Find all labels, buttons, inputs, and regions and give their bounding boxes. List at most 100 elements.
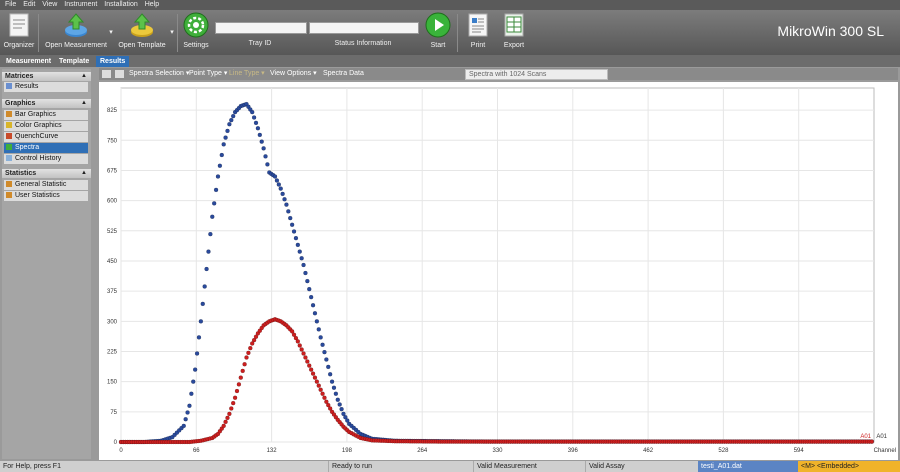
point-type-label: Point Type [189, 70, 222, 77]
data-point [231, 400, 236, 406]
point-type-menu[interactable]: Point Type ▾ [189, 68, 227, 80]
sidebar-item-quenchcurve[interactable]: QuenchCurve [4, 132, 88, 142]
menu-file[interactable]: File [5, 0, 16, 10]
settings-button[interactable]: Settings [181, 12, 211, 49]
data-point [198, 319, 204, 324]
data-point [299, 347, 304, 352]
data-point [335, 397, 340, 402]
start-label: Start [430, 42, 446, 49]
data-point [291, 229, 297, 234]
data-point [299, 256, 304, 261]
data-point [324, 357, 329, 362]
section-graphics[interactable]: Graphics ▲ [2, 99, 91, 108]
spectra-icon [6, 144, 12, 150]
data-point [305, 359, 310, 364]
collapse-icon[interactable]: ▲ [81, 169, 87, 178]
tab-template[interactable]: Template [55, 56, 93, 67]
collapse-icon[interactable]: ▲ [81, 72, 87, 81]
x-tick-label: 594 [794, 448, 805, 454]
menu-help[interactable]: Help [145, 0, 159, 10]
open-measurement-icon [65, 13, 87, 37]
start-button[interactable]: Start [423, 12, 453, 49]
status-ready: Ready to run [328, 461, 473, 472]
sidebar-item-general-statistic[interactable]: General Statistic [4, 180, 88, 190]
x-axis-label: Channel [874, 448, 896, 454]
data-point [255, 126, 261, 131]
data-point [259, 139, 264, 144]
view-options-menu[interactable]: View Options ▾ [270, 68, 317, 80]
spectra-caption-field: Spectra with 1024 Scans [465, 69, 608, 80]
play-icon [425, 12, 451, 38]
section-statistics[interactable]: Statistics ▲ [2, 169, 91, 178]
y-tick-label: 450 [107, 259, 118, 265]
x-tick-label: 528 [718, 448, 729, 454]
tab-results[interactable]: Results [96, 56, 130, 67]
x-tick-label: 396 [568, 448, 579, 454]
menu-instrument[interactable]: Instrument [64, 0, 97, 10]
sidebar: Matrices ▲ Results Graphics ▲ Bar Graphi… [2, 69, 91, 459]
data-point [223, 135, 228, 140]
export-label: Export [503, 42, 525, 49]
data-point [206, 249, 211, 254]
data-point [331, 385, 337, 390]
tray-id-field[interactable] [215, 22, 307, 34]
sidebar-item-bar-graphics[interactable]: Bar Graphics [4, 110, 88, 120]
open-measurement-button[interactable]: Open Measurement [44, 12, 108, 49]
open-template-dropdown[interactable]: ▾ [168, 28, 176, 36]
data-point [314, 319, 320, 324]
export-button[interactable]: Export [500, 12, 528, 49]
data-point [202, 284, 207, 289]
data-point [196, 335, 202, 340]
data-point [280, 191, 285, 197]
data-point [200, 301, 205, 307]
line-type-menu[interactable]: Line Type ▾ [229, 68, 265, 80]
data-point [234, 388, 240, 394]
data-point [244, 355, 249, 360]
data-point [217, 163, 223, 168]
tray-id-label: Tray ID [248, 40, 272, 47]
x-tick-label: 0 [119, 448, 123, 454]
data-point [204, 266, 209, 272]
data-point [248, 345, 253, 351]
ribbon-separator [177, 14, 178, 52]
open-template-button[interactable]: Open Template [114, 12, 170, 49]
data-point [314, 379, 320, 384]
collapse-icon[interactable]: ▲ [81, 99, 87, 108]
data-point [293, 236, 299, 241]
y-tick-label: 750 [107, 138, 118, 144]
data-point [295, 339, 300, 344]
sidebar-item-spectra[interactable]: Spectra [4, 143, 88, 153]
menu-view[interactable]: View [42, 0, 57, 10]
settings-label: Settings [183, 42, 209, 49]
spectra-data-button[interactable]: Spectra Data [323, 68, 364, 80]
sidebar-item-label: Color Graphics [15, 122, 62, 129]
menu-installation[interactable]: Installation [104, 0, 137, 10]
tab-measurement[interactable]: Measurement [2, 56, 55, 67]
data-point [215, 174, 221, 179]
data-point [307, 286, 312, 292]
data-point [282, 197, 287, 202]
y-tick-label: 675 [107, 168, 118, 174]
menu-edit[interactable]: Edit [23, 0, 35, 10]
x-tick-label: 264 [417, 448, 428, 454]
y-tick-label: 150 [107, 380, 118, 386]
data-point [301, 351, 306, 356]
general-statistic-icon [6, 181, 12, 187]
data-point [307, 363, 312, 368]
print-button[interactable]: Print [464, 12, 492, 49]
color-graphics-icon [6, 122, 12, 128]
section-matrices[interactable]: Matrices ▲ [2, 72, 91, 81]
table-view-icon[interactable] [115, 70, 124, 78]
sidebar-item-user-statistics[interactable]: User Statistics [4, 191, 88, 201]
data-point [329, 379, 335, 384]
sidebar-item-results[interactable]: Results [4, 82, 88, 92]
organizer-button[interactable]: Organizer [3, 12, 35, 49]
data-point [303, 270, 308, 276]
sidebar-item-color-graphics[interactable]: Color Graphics [4, 121, 88, 131]
sidebar-item-control-history[interactable]: Control History [4, 154, 88, 164]
grid-view-icon[interactable] [102, 70, 111, 78]
spectra-selection-menu[interactable]: Spectra Selection ▾ [129, 68, 189, 80]
y-tick-label: 75 [110, 410, 117, 416]
data-point [191, 379, 196, 384]
y-tick-label: 375 [107, 289, 118, 295]
